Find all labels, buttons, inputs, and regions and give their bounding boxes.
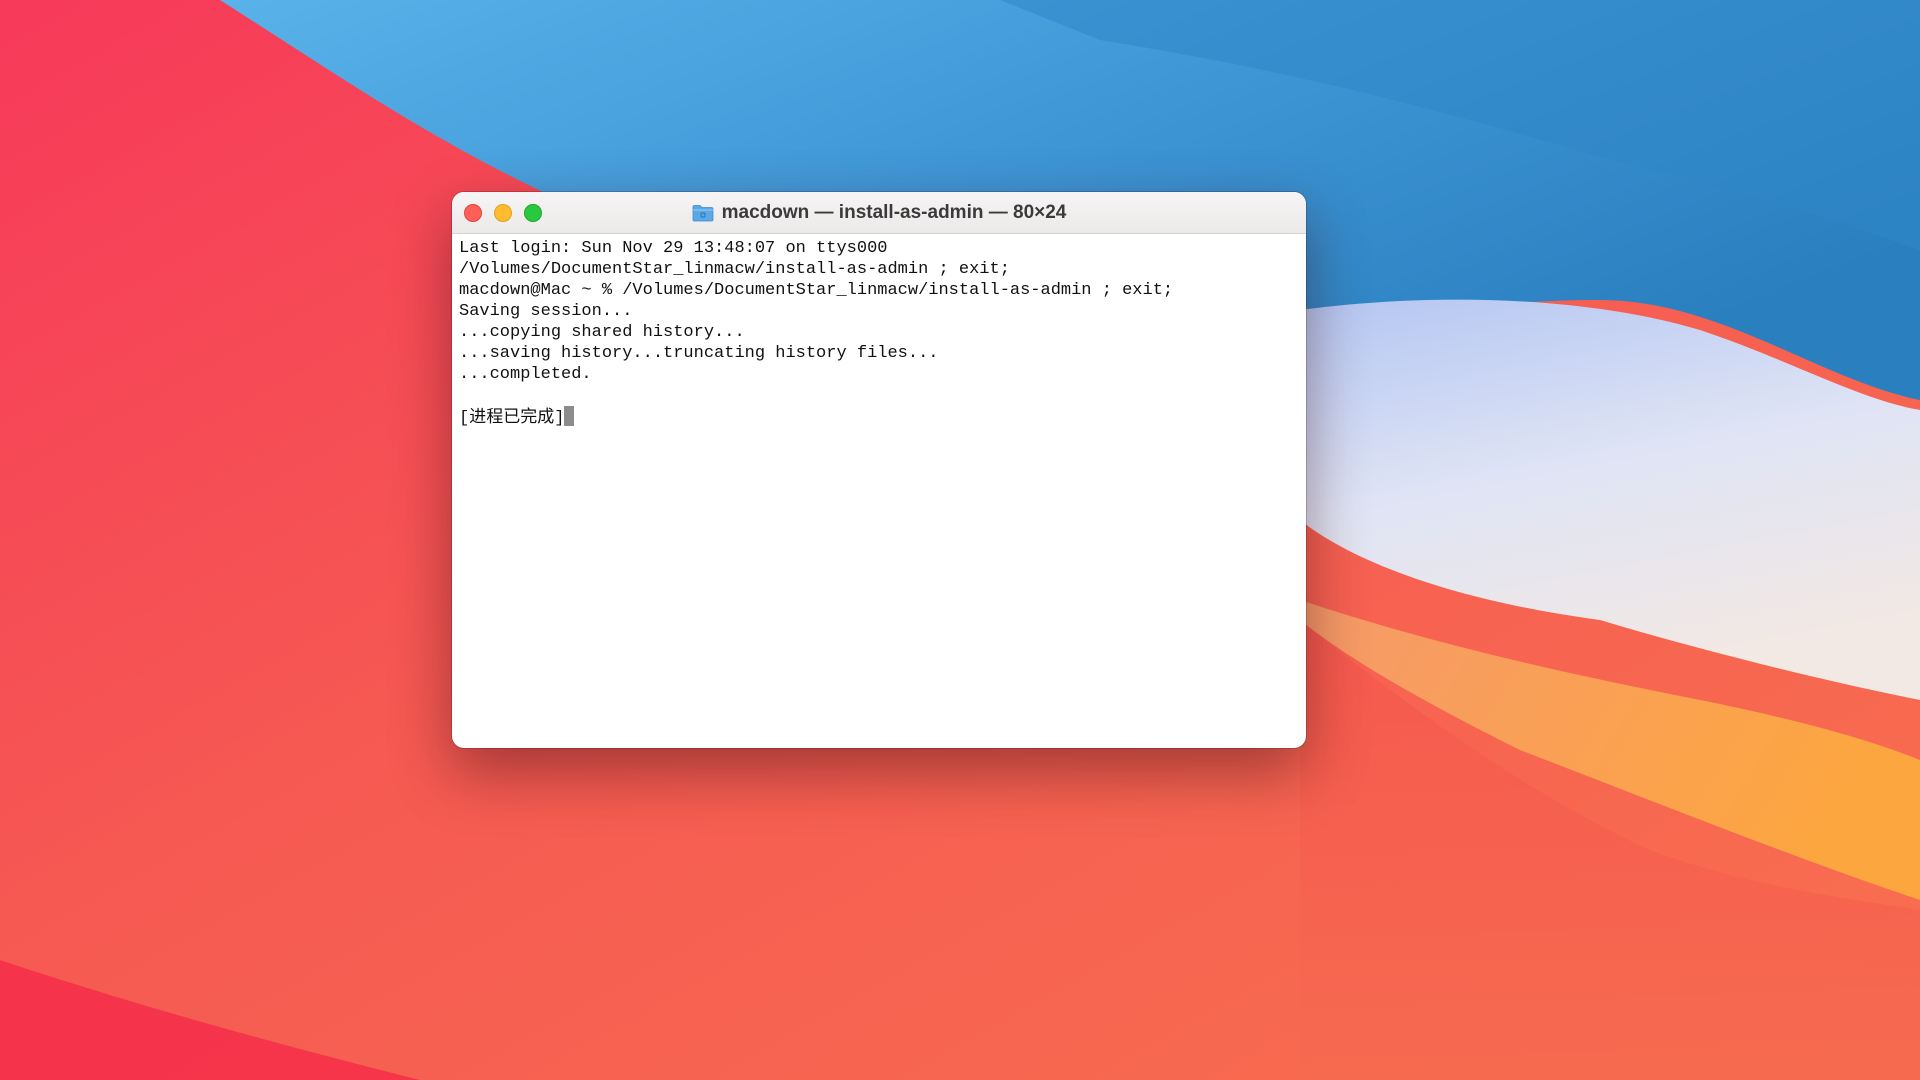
window-title-text: macdown — install-as-admin — 80×24 — [721, 202, 1067, 223]
process-complete-text: [进程已完成] — [459, 409, 565, 428]
terminal-line-saving-session: Saving session... — [459, 302, 633, 321]
terminal-line-last-login: Last login: Sun Nov 29 13:48:07 on ttys0… — [459, 239, 888, 258]
terminal-line-completed: ...completed. — [459, 365, 592, 384]
terminal-line-saving-history: ...saving history...truncating history f… — [459, 344, 939, 363]
terminal-window[interactable]: macdown — install-as-admin — 80×24 Last … — [452, 192, 1306, 748]
text-cursor — [564, 406, 575, 426]
terminal-output[interactable]: Last login: Sun Nov 29 13:48:07 on ttys0… — [459, 238, 1299, 738]
window-title: macdown — install-as-admin — 80×24 — [452, 192, 1306, 234]
folder-icon — [692, 205, 714, 222]
terminal-line-command-echo: /Volumes/DocumentStar_linmacw/install-as… — [459, 260, 1010, 279]
window-titlebar[interactable]: macdown — install-as-admin — 80×24 — [452, 192, 1306, 234]
terminal-line-process-complete: [进程已完成] — [459, 406, 1299, 428]
terminal-line-prompt: macdown@Mac ~ % /Volumes/DocumentStar_li… — [459, 281, 1174, 300]
terminal-line-copying-history: ...copying shared history... — [459, 323, 745, 342]
